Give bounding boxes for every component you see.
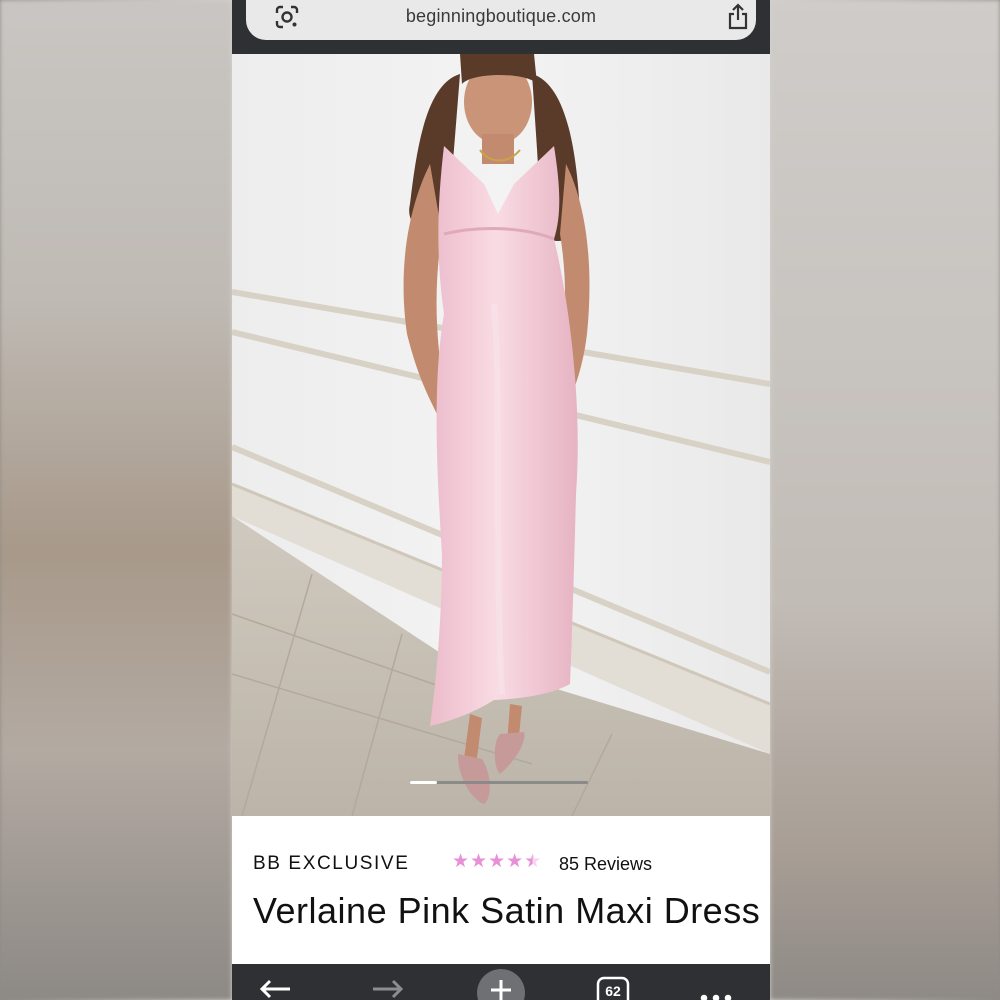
- tabs-icon[interactable]: 62: [596, 976, 630, 1000]
- browser-bottom-toolbar: 62: [232, 964, 770, 1000]
- product-info: BB EXCLUSIVE ★ ★ ★ ★ ★ 85 Reviews Verlai…: [232, 816, 770, 966]
- rating-stars[interactable]: ★ ★ ★ ★ ★: [452, 852, 541, 872]
- product-title: Verlaine Pink Satin Maxi Dress: [253, 890, 761, 931]
- star-icon: ★: [452, 851, 470, 872]
- reviews-link[interactable]: 85 Reviews: [559, 854, 652, 875]
- phone-screen: beginningboutique.com BB EXCLUSIVE ★ ★ ★…: [232, 0, 770, 1000]
- blurred-background-right: [770, 0, 1000, 1000]
- new-tab-plus-icon[interactable]: [476, 968, 526, 1000]
- tab-count: 62: [605, 983, 621, 999]
- star-icon: ★: [488, 851, 506, 872]
- brand-label[interactable]: BB EXCLUSIVE: [253, 853, 409, 875]
- forward-arrow-icon[interactable]: [371, 978, 405, 1000]
- back-arrow-icon[interactable]: [258, 978, 292, 1000]
- more-icon[interactable]: [699, 990, 733, 1000]
- carousel-indicator-thumb[interactable]: [410, 781, 437, 784]
- product-image[interactable]: [232, 54, 770, 816]
- half-star-icon: ★: [524, 851, 542, 872]
- star-icon: ★: [470, 851, 488, 872]
- url-text[interactable]: beginningboutique.com: [246, 6, 756, 27]
- star-icon: ★: [506, 851, 524, 872]
- share-icon[interactable]: [726, 3, 750, 31]
- blurred-background-left: [0, 0, 232, 1000]
- browser-top-bar: beginningboutique.com: [232, 0, 770, 54]
- address-bar[interactable]: beginningboutique.com: [246, 0, 756, 40]
